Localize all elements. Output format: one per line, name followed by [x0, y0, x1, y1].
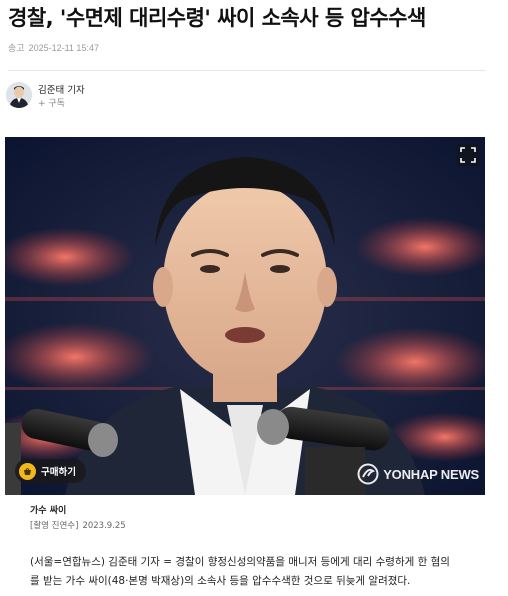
article-meta: 송고 2025-12-11 15:47 — [8, 41, 99, 54]
photo-illustration — [5, 137, 485, 495]
photo-credit-source: [촬영 진연수] — [30, 521, 79, 531]
yonhap-watermark: YONHAP NEWS — [357, 463, 479, 485]
buy-photo-button[interactable]: 구매하기 — [15, 459, 86, 483]
body-line-2: 를 받는 가수 싸이(48·본명 박재상)의 소속사 등을 압수수색한 것으로 … — [30, 575, 411, 587]
author-name[interactable]: 김준태 기자 — [38, 82, 85, 96]
header-divider — [8, 70, 486, 71]
photo-credit: [촬영 진연수] 2023.9.25 — [30, 519, 126, 531]
expand-icon — [460, 147, 476, 163]
buy-photo-label: 구매하기 — [41, 467, 76, 478]
article-photo[interactable]: 구매하기 YONHAP NEWS — [5, 137, 485, 495]
body-line-1: (서울=연합뉴스) 김준태 기자 = 경찰이 향정신성의약품을 매니저 등에게 … — [30, 556, 450, 568]
coin-icon — [19, 462, 36, 480]
photo-credit-date: 2023.9.25 — [82, 521, 126, 531]
photo-caption: 가수 싸이 — [30, 506, 67, 516]
article-headline: 경찰, '수면제 대리수령' 싸이 소속사 등 압수수색 — [8, 6, 426, 30]
expand-photo-button[interactable] — [457, 144, 479, 166]
subscribe-button[interactable]: + 구독 — [38, 96, 65, 109]
yonhap-watermark-text: YONHAP NEWS — [383, 466, 479, 482]
article-body: (서울=연합뉴스) 김준태 기자 = 경찰이 향정신성의약품을 매니저 등에게 … — [30, 553, 490, 591]
author-avatar[interactable] — [6, 82, 32, 108]
sent-label: 송고 — [8, 43, 25, 53]
yonhap-logo-icon — [357, 463, 379, 485]
sent-time: 2025-12-11 15:47 — [28, 43, 99, 53]
